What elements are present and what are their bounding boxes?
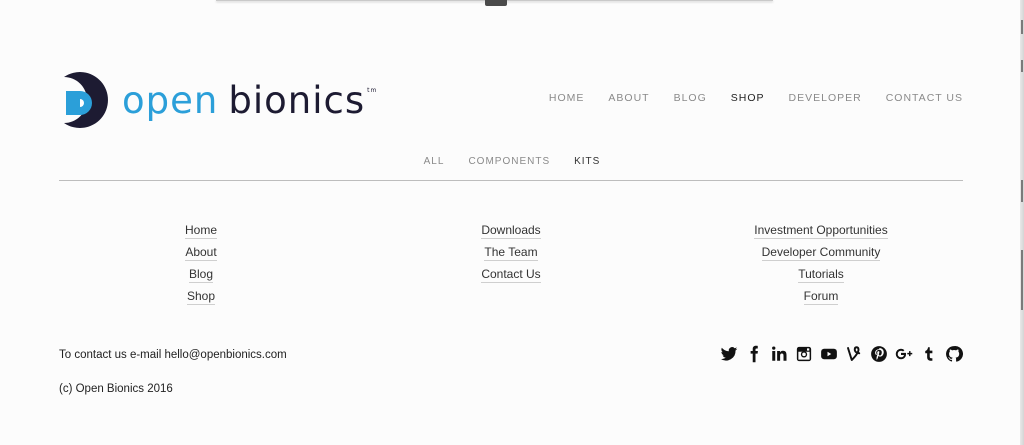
footer-links-column-2: Downloads The Team Contact Us — [361, 223, 661, 289]
footer-link-developer-community[interactable]: Developer Community — [761, 245, 881, 261]
contact-email-text: To contact us e-mail hello@openbionics.c… — [59, 349, 287, 361]
category-kits[interactable]: KITS — [574, 156, 600, 167]
nav-about[interactable]: ABOUT — [608, 92, 649, 104]
category-components[interactable]: COMPONENTS — [468, 156, 550, 167]
footer-link-about[interactable]: About — [185, 245, 217, 261]
footer-link-home[interactable]: Home — [184, 223, 217, 239]
open-bionics-logo-icon — [64, 72, 108, 128]
window-scrollbar[interactable] — [1020, 0, 1024, 445]
overlay-handle[interactable] — [485, 0, 507, 6]
vine-icon[interactable] — [845, 345, 863, 363]
footer-links-column-1: Home About Blog Shop — [51, 223, 351, 311]
nav-contact-us[interactable]: CONTACT US — [886, 92, 963, 104]
scrollbar-mark — [1021, 250, 1023, 310]
nav-blog[interactable]: BLOG — [674, 92, 707, 104]
copyright-text: (c) Open Bionics 2016 — [59, 383, 173, 395]
facebook-icon[interactable] — [745, 345, 763, 363]
shop-category-nav: ALL COMPONENTS KITS — [0, 156, 1024, 167]
footer-link-the-team[interactable]: The Team — [484, 245, 538, 261]
footer-link-downloads[interactable]: Downloads — [481, 223, 541, 239]
main-nav: HOME ABOUT BLOG SHOP DEVELOPER CONTACT U… — [525, 92, 963, 104]
footer-link-investment-opportunities[interactable]: Investment Opportunities — [754, 223, 888, 239]
scrollbar-mark — [1021, 20, 1023, 34]
youtube-icon[interactable] — [820, 345, 838, 363]
instagram-icon[interactable] — [795, 345, 813, 363]
social-links — [713, 345, 963, 363]
logo-text-bionics: bionics — [228, 78, 366, 122]
twitter-icon[interactable] — [720, 345, 738, 363]
trademark-mark: tm — [367, 86, 378, 94]
footer-link-contact-us[interactable]: Contact Us — [481, 267, 541, 283]
footer-link-tutorials[interactable]: Tutorials — [798, 267, 844, 283]
github-icon[interactable] — [945, 345, 963, 363]
category-all[interactable]: ALL — [424, 156, 445, 167]
tumblr-icon[interactable] — [920, 345, 938, 363]
site-logo[interactable]: open bionics tm — [60, 71, 377, 129]
logo-text-open: open — [122, 78, 219, 122]
section-divider — [59, 180, 963, 181]
google-plus-icon[interactable] — [895, 345, 913, 363]
linkedin-icon[interactable] — [770, 345, 788, 363]
nav-shop[interactable]: SHOP — [731, 92, 765, 104]
pinterest-icon[interactable] — [870, 345, 888, 363]
footer-link-forum[interactable]: Forum — [803, 289, 839, 305]
footer-link-blog[interactable]: Blog — [188, 267, 214, 283]
nav-home[interactable]: HOME — [549, 92, 585, 104]
scrollbar-mark — [1021, 60, 1023, 72]
footer-links-column-3: Investment Opportunities Developer Commu… — [671, 223, 971, 311]
scrollbar-mark — [1021, 180, 1023, 202]
footer-link-shop[interactable]: Shop — [186, 289, 216, 305]
nav-developer[interactable]: DEVELOPER — [789, 92, 862, 104]
